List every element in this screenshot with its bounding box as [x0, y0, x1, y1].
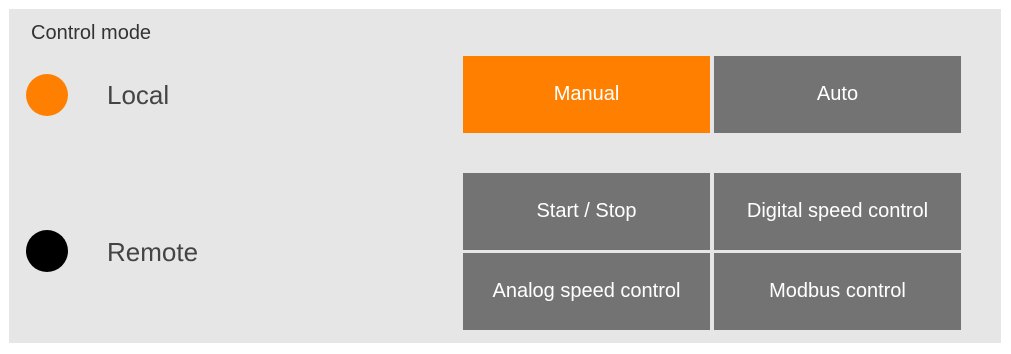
start-stop-button[interactable]: Start / Stop	[463, 173, 710, 250]
remote-mode-label: Remote	[107, 237, 199, 267]
analog-speed-control-button[interactable]: Analog speed control	[463, 253, 710, 330]
digital-speed-control-button[interactable]: Digital speed control	[714, 173, 961, 250]
panel-title: Control mode	[31, 22, 152, 44]
remote-indicator-icon	[26, 230, 68, 272]
manual-button[interactable]: Manual	[463, 56, 710, 133]
local-indicator-icon	[26, 74, 68, 116]
auto-button[interactable]: Auto	[714, 56, 961, 133]
modbus-control-button[interactable]: Modbus control	[714, 253, 961, 330]
local-mode-label: Local	[107, 80, 170, 110]
